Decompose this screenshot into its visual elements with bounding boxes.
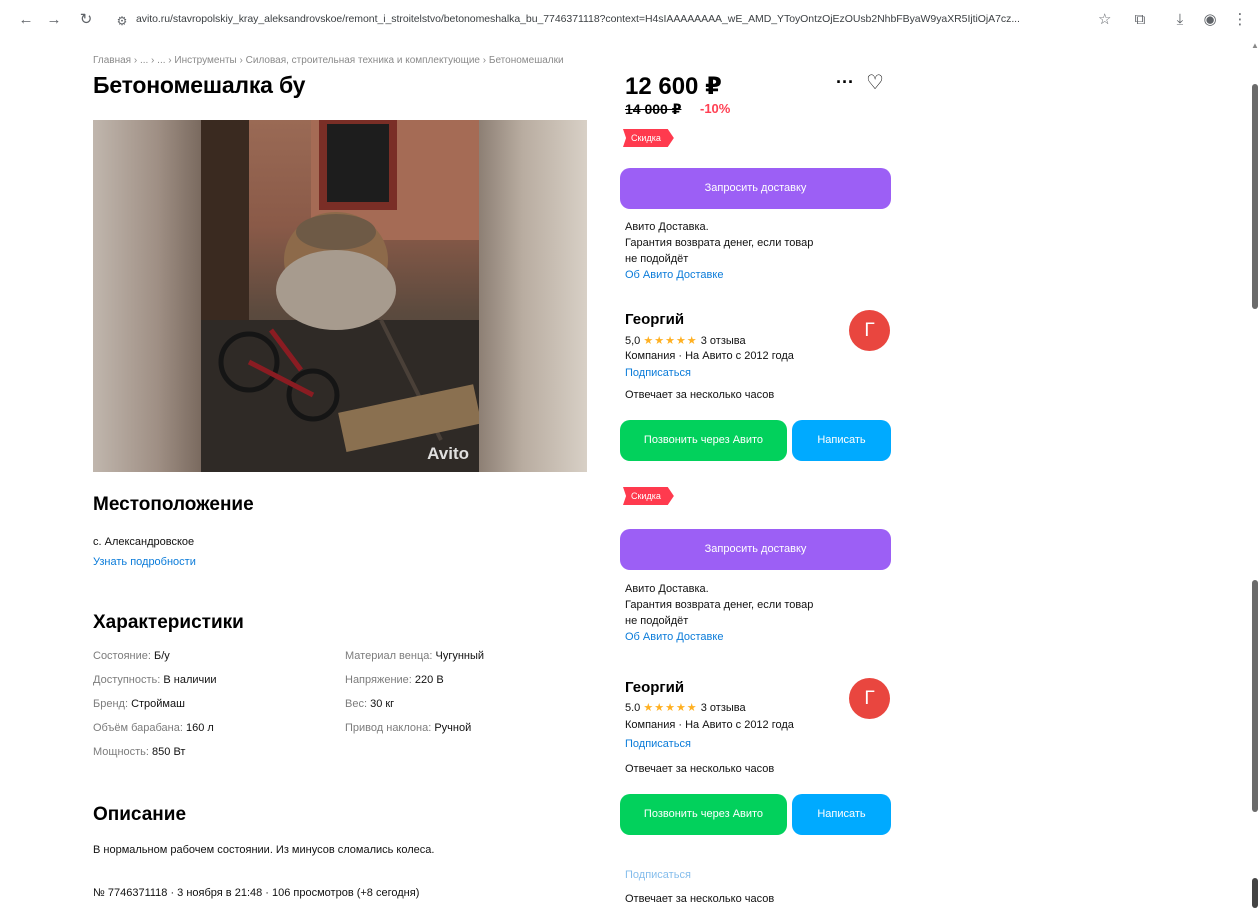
page-title: Бетономешалка бу [93, 72, 306, 98]
photo-blur-right [479, 120, 587, 472]
listing-meta: № 7746371118 · 3 ноября в 21:48 · 106 пр… [93, 887, 420, 899]
location-details-link[interactable]: Узнать подробности [93, 556, 196, 568]
delivery-line3: не подойдёт [625, 615, 689, 627]
forward-icon[interactable]: → [44, 10, 64, 30]
seller-company-sticky: Компания · На Авито с 2012 года [625, 719, 794, 731]
seller-company: Компания · На Авито с 2012 года [625, 350, 794, 362]
avatar-sticky[interactable]: Г [849, 678, 890, 719]
about-delivery-link-sticky[interactable]: Об Авито Доставке [625, 629, 813, 645]
sale-badge: Скидка [623, 129, 674, 147]
about-delivery-link[interactable]: Об Авито Доставке [625, 267, 813, 283]
spec-crown-material: Материал венца: Чугунный [345, 650, 485, 662]
photo-main [201, 120, 482, 472]
rating-stars-icon: ★★★★★ [643, 335, 698, 347]
description-heading: Описание [93, 804, 187, 825]
avatar[interactable]: Г [849, 310, 890, 351]
subscribe-link[interactable]: Подписаться [625, 367, 691, 379]
sale-badge-sticky: Скидка [623, 487, 674, 505]
call-via-avito-button-sticky[interactable]: Позвонить через Авито [620, 794, 787, 835]
seller-response-time-bottom: Отвечает за несколько часов [625, 893, 775, 905]
bookmark-star-icon[interactable]: ☆ [1098, 10, 1111, 28]
request-delivery-button[interactable]: Запросить доставку [620, 168, 891, 209]
spec-voltage: Напряжение: 220 В [345, 674, 444, 686]
write-message-button-sticky[interactable]: Написать [792, 794, 891, 835]
seller-rating-sticky: 5.0 ★★★★★ 3 отзыва [625, 702, 746, 714]
photo-blur-left [93, 120, 201, 472]
listing-photo[interactable]: Avito [93, 120, 587, 472]
profile-icon[interactable]: ◉ [1200, 10, 1220, 30]
more-options-icon[interactable]: ··· [836, 72, 854, 93]
specs-heading: Характеристики [93, 612, 244, 633]
scroll-up-icon[interactable]: ▲ [1251, 42, 1259, 50]
favorite-heart-icon[interactable]: ♡ [866, 70, 884, 95]
download-icon[interactable]: ⤓ [1170, 10, 1190, 30]
request-delivery-button-sticky[interactable]: Запросить доставку [620, 529, 891, 570]
address-bar[interactable]: ⚙ avito.ru/stavropolskiy_kray_aleksandro… [108, 7, 1118, 34]
scrollbar-thumb-tertiary[interactable] [1252, 878, 1258, 908]
delivery-line1: Авито Доставка. [625, 583, 709, 595]
delivery-line2: Гарантия возврата денег, если товар [625, 599, 814, 611]
delivery-info: Авито Доставка. Гарантия возврата денег,… [625, 219, 813, 283]
seller-response-time-sticky: Отвечает за несколько часов [625, 763, 775, 775]
seller-response-time: Отвечает за несколько часов [625, 389, 775, 401]
mixer-photo-illustration [201, 120, 482, 472]
breadcrumb[interactable]: Главная › ... › ... › Инструменты › Сило… [93, 55, 564, 66]
seller-name-sticky[interactable]: Георгий [625, 679, 684, 696]
url-text[interactable]: avito.ru/stavropolskiy_kray_aleksandrovs… [136, 13, 1091, 25]
price: 12 600 ₽ [625, 73, 722, 100]
spec-drum-volume: Объём барабана: 160 л [93, 722, 214, 734]
location-place: с. Александровское [93, 536, 195, 548]
delivery-info-sticky: Авито Доставка. Гарантия возврата денег,… [625, 581, 813, 645]
site-settings-icon[interactable]: ⚙ [112, 11, 132, 31]
old-price: 14 000 ₽ [625, 101, 682, 117]
avito-watermark: Avito [427, 444, 469, 463]
discount-percent: -10% [700, 101, 731, 116]
subscribe-link-sticky[interactable]: Подписаться [625, 738, 691, 750]
delivery-line1: Авито Доставка. [625, 221, 709, 233]
location-heading: Местоположение [93, 494, 254, 515]
browser-toolbar: ← → ↻ ⚙ avito.ru/stavropolskiy_kray_alek… [0, 0, 1260, 40]
rating-stars-icon: ★★★★★ [643, 702, 698, 714]
spec-availability: Доступность: В наличии [93, 674, 217, 686]
back-icon[interactable]: ← [16, 10, 36, 30]
spec-power: Мощность: 850 Вт [93, 746, 186, 758]
scrollbar-thumb[interactable] [1252, 84, 1258, 309]
page-scrollbar[interactable]: ▲ [1250, 40, 1260, 910]
delivery-line2: Гарантия возврата денег, если товар [625, 237, 814, 249]
menu-kebab-icon[interactable]: ⋮ [1230, 10, 1250, 30]
seller-name[interactable]: Георгий [625, 311, 684, 328]
delivery-line3: не подойдёт [625, 253, 689, 265]
call-via-avito-button[interactable]: Позвонить через Авито [620, 420, 787, 461]
reload-icon[interactable]: ↻ [76, 10, 96, 30]
description-text: В нормальном рабочем состоянии. Из минус… [93, 844, 435, 856]
write-message-button[interactable]: Написать [792, 420, 891, 461]
spec-condition: Состояние: Б/у [93, 650, 170, 662]
scrollbar-thumb-secondary[interactable] [1252, 580, 1258, 812]
spec-weight: Вес: 30 кг [345, 698, 395, 710]
spec-tilt-drive: Привод наклона: Ручной [345, 722, 472, 734]
extensions-icon[interactable]: ⧉ [1130, 10, 1150, 30]
subscribe-link-overlap[interactable]: Подписаться [625, 869, 691, 881]
seller-rating: 5,0 ★★★★★ 3 отзыва [625, 335, 746, 347]
spec-brand: Бренд: Строймаш [93, 698, 185, 710]
